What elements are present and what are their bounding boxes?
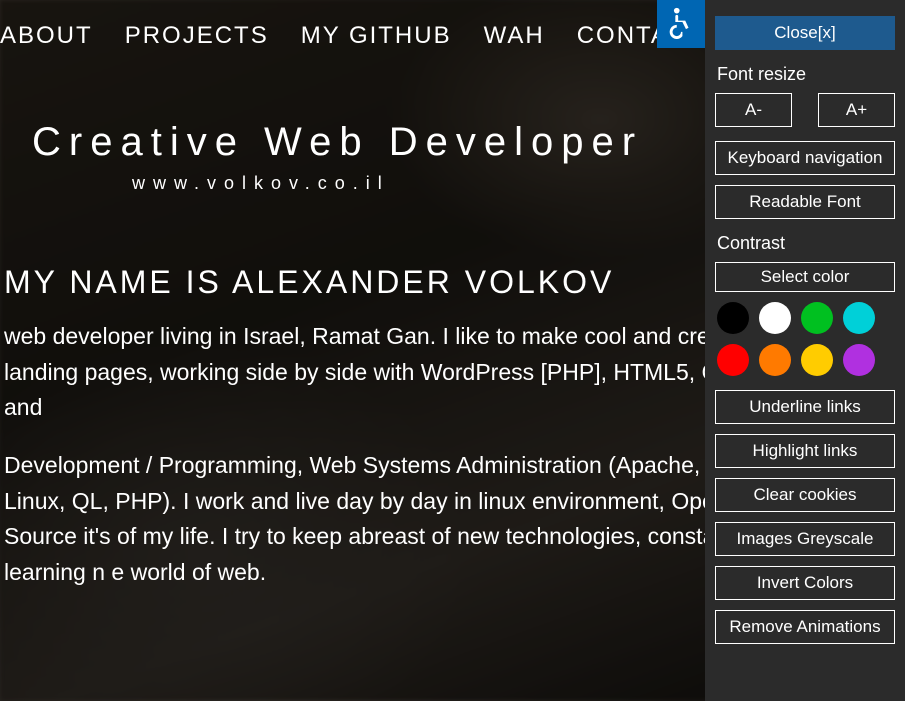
invert-colors-button[interactable]: Invert Colors (715, 566, 895, 600)
font-resize-label: Font resize (717, 64, 895, 85)
contrast-label: Contrast (717, 233, 895, 254)
intro-paragraph-1: web developer living in Israel, Ramat Ga… (4, 319, 764, 426)
font-increase-button[interactable]: A+ (818, 93, 895, 127)
images-greyscale-button[interactable]: Images Greyscale (715, 522, 895, 556)
remove-animations-button[interactable]: Remove Animations (715, 610, 895, 644)
swatch-yellow[interactable] (801, 344, 833, 376)
wheelchair-icon (664, 5, 698, 44)
swatch-purple[interactable] (843, 344, 875, 376)
close-button[interactable]: Close[x] (715, 16, 895, 50)
select-color-button[interactable]: Select color (715, 262, 895, 292)
intro-paragraph-2: Development / Programming, Web Systems A… (4, 448, 764, 591)
accessibility-toggle[interactable] (657, 0, 705, 48)
keyboard-navigation-button[interactable]: Keyboard navigation (715, 141, 895, 175)
nav-wah[interactable]: WAH (484, 22, 545, 50)
accessibility-sidebar: Close[x] Font resize A- A+ Keyboard navi… (705, 0, 905, 701)
font-decrease-button[interactable]: A- (715, 93, 792, 127)
swatch-white[interactable] (759, 302, 791, 334)
swatch-red[interactable] (717, 344, 749, 376)
readable-font-button[interactable]: Readable Font (715, 185, 895, 219)
highlight-links-button[interactable]: Highlight links (715, 434, 895, 468)
swatch-orange[interactable] (759, 344, 791, 376)
swatch-black[interactable] (717, 302, 749, 334)
underline-links-button[interactable]: Underline links (715, 390, 895, 424)
swatch-cyan[interactable] (843, 302, 875, 334)
nav-github[interactable]: MY GITHUB (301, 22, 452, 50)
nav-projects[interactable]: PROJECTS (125, 22, 269, 50)
clear-cookies-button[interactable]: Clear cookies (715, 478, 895, 512)
nav-about[interactable]: ABOUT (0, 22, 93, 50)
color-swatches (715, 300, 895, 390)
swatch-green[interactable] (801, 302, 833, 334)
